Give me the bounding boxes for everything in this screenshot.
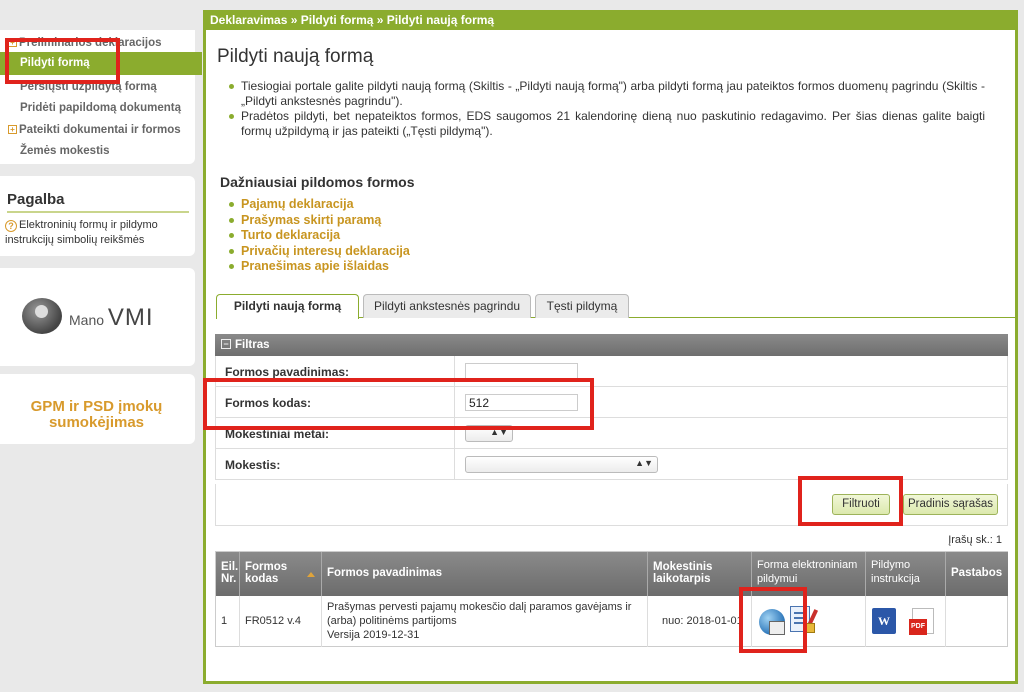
word-document-icon[interactable]: W xyxy=(872,608,896,634)
pdf-document-icon[interactable]: PDF xyxy=(909,608,934,635)
tab-new-form[interactable]: Pildyti naują formą xyxy=(216,294,359,319)
question-icon: ? xyxy=(5,220,17,232)
help-panel: Pagalba ? Elektroninių formų ir pildymo i… xyxy=(0,176,195,256)
tax-label: Mokestis: xyxy=(225,458,281,472)
cell-form-name: Prašymas pervesti pajamų mokesčio dalį p… xyxy=(322,596,648,647)
help-title: Pagalba xyxy=(7,191,65,208)
expand-plus-icon: + xyxy=(8,125,17,134)
gpm-psd-banner[interactable]: GPM ir PSD įmokų sumokėjimas xyxy=(0,374,195,444)
cell-electronic-form xyxy=(752,596,866,647)
sidebar-item-fill-form[interactable]: Pildyti formą xyxy=(0,52,202,75)
frequent-forms-title: Dažniausiai pildomos formos xyxy=(220,174,415,190)
help-symbols-link[interactable]: ? Elektroninių formų ir pildymo instrukci… xyxy=(5,218,191,248)
info-item: Tiesiogiai portale galite pildyti naują … xyxy=(228,79,985,109)
sidebar-item-submitted-documents[interactable]: + Pateikti dokumentai ir formos xyxy=(8,124,181,136)
filter-row-tax: Mokestis: ▲▼ xyxy=(215,449,1008,480)
info-list: Tiesiogiai portale galite pildyti naują … xyxy=(228,79,985,139)
tax-year-select[interactable]: ▲▼ xyxy=(465,425,513,442)
online-fill-globe-icon[interactable] xyxy=(759,609,785,635)
page-title: Pildyti naują formą xyxy=(217,46,374,67)
form-code-label: Formos kodas: xyxy=(225,396,312,410)
header-instruction: Pildymo instrukcija xyxy=(866,552,946,596)
top-strip xyxy=(0,0,1024,6)
cell-instruction: W PDF xyxy=(866,596,946,647)
header-form-name[interactable]: Formos pavadinimas xyxy=(322,552,648,596)
cell-tax-period: nuo: 2018-01-01 xyxy=(648,596,752,647)
sort-asc-icon[interactable] xyxy=(307,572,315,577)
header-tax-period[interactable]: Mokestinis laikotarpis xyxy=(648,552,752,596)
info-item: Pradėtos pildyti, bet nepateiktos formos… xyxy=(228,109,985,139)
form-name-label: Formos pavadinimas: xyxy=(225,365,350,379)
sidebar-item-send-form[interactable]: Persiųsti užpildytą formą xyxy=(20,81,157,93)
frequent-form-link[interactable]: Prašymas skirti paramą xyxy=(228,213,410,229)
header-notes: Pastabos xyxy=(946,552,1008,596)
form-name-input[interactable] xyxy=(465,363,578,380)
sidebar-item-land-tax[interactable]: Žemės mokestis xyxy=(20,145,110,157)
main-panel: Deklaravimas » Pildyti formą » Pildyti n… xyxy=(203,10,1018,684)
tab-previous-based[interactable]: Pildyti ankstesnės pagrindu xyxy=(363,294,531,318)
breadcrumb: Deklaravimas » Pildyti formą » Pildyti n… xyxy=(206,10,1015,30)
sidebar-nav: + Preliminarios deklaracijos Persiųsti už… xyxy=(0,30,195,164)
select-arrows-icon: ▲▼ xyxy=(635,458,653,468)
tax-select[interactable]: ▲▼ xyxy=(465,456,658,473)
header-form-code[interactable]: Formos kodas xyxy=(240,552,322,596)
expand-plus-icon: + xyxy=(8,38,17,47)
mano-vmi-text: Mano VMI xyxy=(69,304,154,331)
frequent-form-link[interactable]: Pranešimas apie išlaidas xyxy=(228,259,410,275)
frequent-forms-list: Pajamų deklaracija Prašymas skirti param… xyxy=(228,197,410,275)
filter-buttons-row: Filtruoti Pradinis sąrašas xyxy=(215,484,1008,526)
lock-icon xyxy=(805,623,815,633)
filter-row-code: Formos kodas: xyxy=(215,387,1008,418)
tab-continue[interactable]: Tęsti pildymą xyxy=(535,294,629,318)
mano-vmi-logo-icon xyxy=(22,298,62,334)
cell-form-code: FR0512 v.4 xyxy=(240,596,322,647)
results-table: Eil. Nr. Formos kodas Formos pavadinimas M… xyxy=(215,551,1008,647)
mano-vmi-banner[interactable]: Mano VMI xyxy=(0,268,195,366)
filter-button[interactable]: Filtruoti xyxy=(832,494,890,515)
frequent-form-link[interactable]: Pajamų deklaracija xyxy=(228,197,410,213)
gpm-psd-text: GPM ir PSD įmokų sumokėjimas xyxy=(30,398,163,431)
frequent-form-link[interactable]: Privačių interesų deklaracija xyxy=(228,244,410,260)
form-code-input[interactable] xyxy=(465,394,578,411)
reset-list-button[interactable]: Pradinis sąrašas xyxy=(903,494,998,515)
filter-row-year: Mokestiniai metai: ▲▼ xyxy=(215,418,1008,449)
frequent-form-link[interactable]: Turto deklaracija xyxy=(228,228,410,244)
record-count: Įrašų sk.: 1 xyxy=(948,534,1002,546)
header-electronic-form: Forma elektroniniam pildymui xyxy=(752,552,866,596)
header-nr: Eil. Nr. xyxy=(216,552,240,596)
sidebar-item-declarations[interactable]: + Preliminarios deklaracijos xyxy=(8,37,162,49)
sidebar-item-attach-document[interactable]: Pridėti papildomą dokumentą xyxy=(20,102,181,114)
collapse-minus-icon[interactable]: − xyxy=(221,339,231,349)
select-arrows-icon: ▲▼ xyxy=(490,427,508,437)
cell-nr: 1 xyxy=(216,596,240,647)
filter-row-name: Formos pavadinimas: xyxy=(215,356,1008,387)
cell-notes xyxy=(946,596,1008,647)
tax-year-label: Mokestiniai metai: xyxy=(225,427,330,441)
filter-header[interactable]: − Filtras xyxy=(215,334,1008,356)
help-divider xyxy=(7,211,189,213)
